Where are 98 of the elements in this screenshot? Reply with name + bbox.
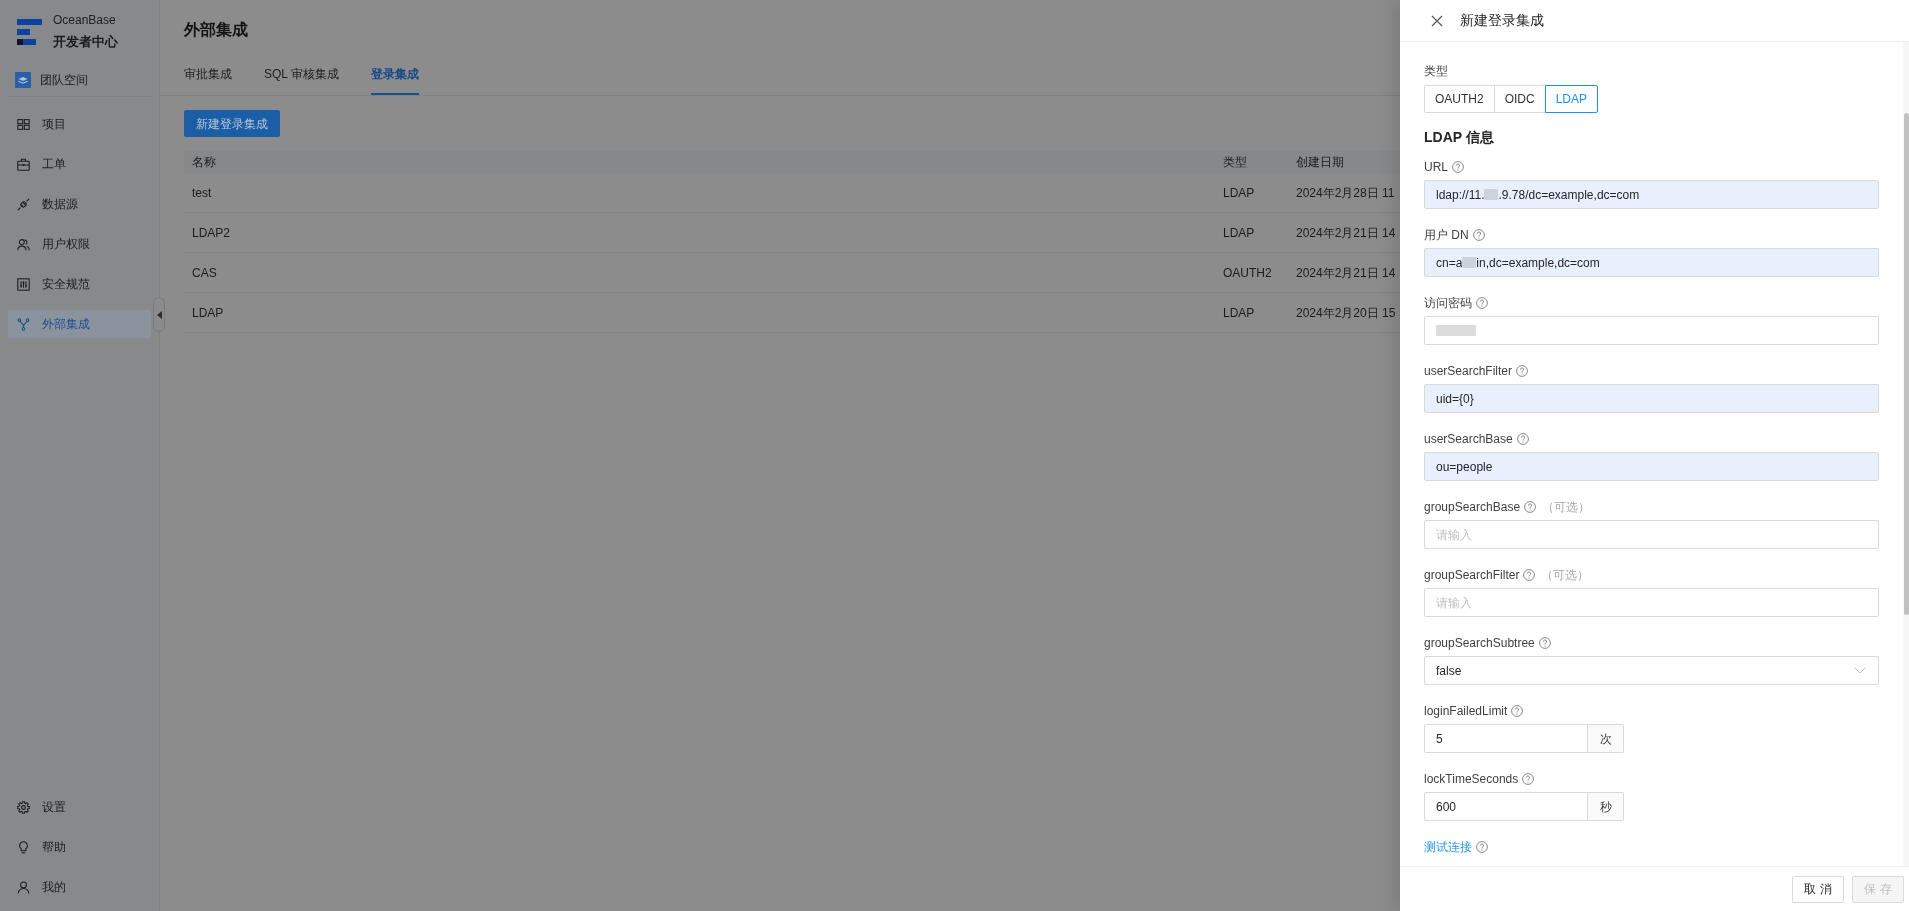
tab[interactable]: SQL 审核集成	[264, 54, 339, 95]
settings-icon	[17, 800, 30, 814]
field-label: loginFailedLimit	[1424, 703, 1508, 720]
chevron-down-icon	[1854, 667, 1866, 674]
layers-icon	[15, 72, 31, 88]
new-integration-button[interactable]: 新建登录集成	[184, 110, 280, 137]
column-header: 名称	[191, 153, 217, 171]
input-field[interactable]: 请输入	[1424, 520, 1879, 549]
select-field[interactable]: false	[1424, 656, 1879, 685]
help-icon	[1511, 705, 1524, 717]
logo-icon	[17, 19, 42, 45]
table-cell-text: 2024年2月21日 14	[1295, 224, 1397, 242]
type-tab[interactable]: OIDC	[1493, 85, 1546, 113]
field-value: in,dc=example,dc=com	[1476, 254, 1600, 271]
fork-icon	[17, 317, 30, 331]
drawer-title: 新建登录集成	[1460, 11, 1544, 30]
caret-left-icon	[156, 310, 162, 319]
table-cell-text: CAS	[191, 264, 218, 282]
type-tab[interactable]: OAUTH2	[1424, 85, 1495, 113]
column-header: 类型	[1222, 153, 1248, 171]
type-tab[interactable]: LDAP	[1544, 85, 1599, 113]
brand-name: OceanBase	[53, 12, 117, 29]
space-name[interactable]: 团队空间	[40, 70, 88, 90]
unit-addon: 次	[1588, 724, 1624, 753]
input-field[interactable]: 600	[1424, 792, 1588, 821]
lightbulb-icon	[17, 840, 30, 854]
sliders-icon	[17, 277, 30, 291]
user-icon	[17, 880, 30, 894]
scrollbar-thumb[interactable]	[1904, 113, 1909, 615]
test-connection-link[interactable]: 测试连接	[1424, 837, 1472, 857]
optional-hint: （可选）	[1541, 567, 1590, 584]
field-value: ldap://11.	[1436, 186, 1485, 203]
field-label: groupSearchSubtree	[1424, 635, 1535, 652]
help-icon	[1523, 569, 1536, 581]
help-icon	[1476, 841, 1488, 853]
table-cell-text: test	[191, 184, 213, 202]
redaction-blur	[1484, 189, 1499, 200]
field-value: cn=a	[1436, 254, 1463, 271]
help-icon	[1538, 637, 1551, 649]
collapse-handle[interactable]	[153, 297, 165, 332]
help-icon	[1452, 161, 1464, 173]
field-label: userSearchBase	[1424, 431, 1513, 448]
table-cell-text: LDAP	[1222, 184, 1256, 202]
help-icon	[1516, 433, 1529, 445]
nav-item[interactable]: 工单	[8, 150, 151, 178]
users-icon	[17, 237, 30, 251]
input-field[interactable]: cn=a in,dc=example,dc=com	[1424, 248, 1879, 277]
close-icon[interactable]	[1431, 14, 1443, 27]
input-field[interactable]: uid={0}	[1424, 384, 1879, 413]
nav-item[interactable]: 我的	[8, 873, 151, 901]
field-label: lockTimeSeconds	[1424, 771, 1519, 788]
table-cell-text: 2024年2月20日 15	[1295, 304, 1397, 322]
nav-item[interactable]: 帮助	[8, 833, 151, 861]
help-icon	[1522, 773, 1535, 785]
help-icon	[1516, 365, 1529, 377]
scrollbar-track[interactable]	[1903, 42, 1909, 866]
unit-addon: 秒	[1588, 792, 1624, 821]
nav-item[interactable]: 设置	[8, 793, 151, 821]
help-icon	[1476, 297, 1488, 309]
cancel-button[interactable]: 取 消	[1792, 875, 1844, 903]
help-icon	[1472, 229, 1485, 241]
table-cell-text: 2024年2月21日 14	[1295, 264, 1397, 282]
input-field[interactable]: 请输入	[1424, 588, 1879, 617]
brand-subtitle: 开发者中心	[53, 33, 118, 51]
input-field[interactable]: ldap://11. .9.78/dc=example,dc=com	[1424, 180, 1879, 209]
field-value: .9.78/dc=example,dc=com	[1498, 186, 1640, 203]
input-field[interactable]	[1424, 316, 1879, 345]
nav-item[interactable]: 项目	[8, 110, 151, 138]
field-label: groupSearchBase	[1424, 499, 1521, 516]
table-cell-text: LDAP	[191, 304, 225, 322]
field-label: 类型	[1424, 63, 1449, 80]
field-label: 用户 DN	[1424, 227, 1469, 244]
nav-item[interactable]: 用户权限	[8, 230, 151, 258]
tab[interactable]: 登录集成	[370, 54, 419, 95]
field-label: userSearchFilter	[1424, 363, 1513, 380]
help-icon	[1524, 501, 1537, 513]
briefcase-icon	[17, 157, 30, 171]
redaction-blur	[1462, 257, 1477, 268]
table-cell-text: LDAP	[1222, 304, 1256, 322]
optional-hint: （可选）	[1542, 499, 1591, 516]
input-field[interactable]: 5	[1424, 724, 1588, 753]
plug-icon	[17, 197, 30, 211]
field-label: URL	[1424, 159, 1448, 176]
nav-item[interactable]: 外部集成	[8, 310, 151, 338]
section-title: LDAP 信息	[1424, 128, 1495, 147]
nav-item[interactable]: 安全规范	[8, 270, 151, 298]
input-field[interactable]: ou=people	[1424, 452, 1879, 481]
table-cell-text: LDAP	[1222, 224, 1256, 242]
table-cell-text: LDAP2	[191, 224, 232, 242]
table-cell-text: 2024年2月28日 11	[1295, 184, 1396, 202]
column-header: 创建日期	[1295, 153, 1345, 171]
table-cell-text: OAUTH2	[1222, 264, 1273, 282]
nav-item[interactable]: 数据源	[8, 190, 151, 218]
field-label: groupSearchFilter	[1424, 567, 1520, 584]
tab[interactable]: 审批集成	[184, 54, 232, 95]
grid-icon	[17, 117, 30, 131]
field-label: 访问密码	[1424, 295, 1472, 312]
page-title: 外部集成	[184, 20, 249, 40]
